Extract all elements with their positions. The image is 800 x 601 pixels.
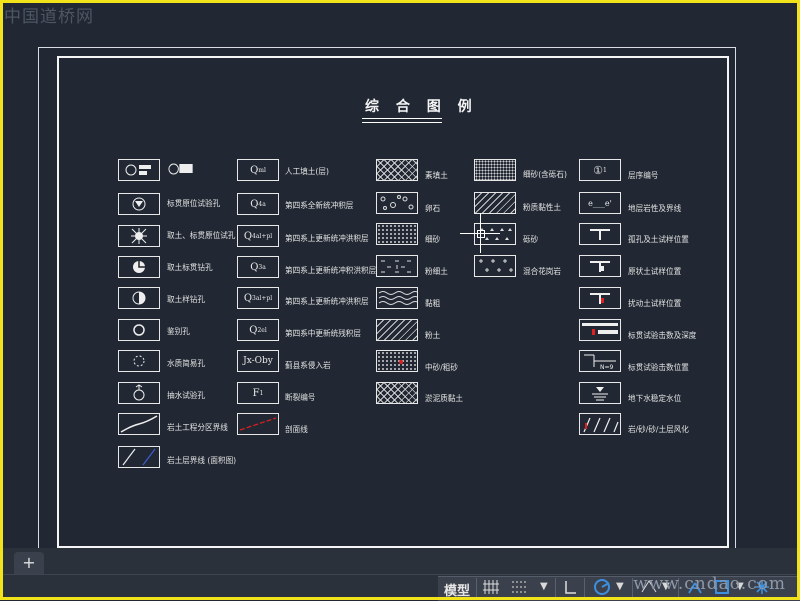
stratum-boundary-symbol xyxy=(118,446,160,468)
pebble-hatch xyxy=(376,192,418,214)
grid-display-icon[interactable] xyxy=(482,578,500,600)
stratum-line-symbol: e___e' xyxy=(579,192,621,214)
legend-label xyxy=(167,161,197,179)
sand-gravel-hatch xyxy=(474,159,516,181)
borehole-symbol-6 xyxy=(118,319,160,341)
legend-label: 第四系上更新统冲洪积层 xyxy=(285,297,369,306)
granite-hatch xyxy=(474,255,516,277)
layer-number-symbol: ①1 xyxy=(579,159,621,181)
legend-label: 断裂编号 xyxy=(285,393,316,402)
legend-label: 粉土 xyxy=(425,331,441,340)
legend-label: 地下水稳定水位 xyxy=(628,394,682,403)
legend-label: 淤泥质黏土 xyxy=(425,394,463,403)
legend-label: 取土标贯钻孔 xyxy=(167,263,213,272)
legend-label: 卵石 xyxy=(425,204,441,213)
legend-label: 标贯试验击数位置 xyxy=(628,363,689,372)
legend-label: 粉质黏性土 xyxy=(523,203,561,212)
legend-label: 第四系全新统冲积层 xyxy=(285,201,354,210)
polar-tracking-icon[interactable] xyxy=(592,578,612,600)
legend-label: 岩/砂/砂/土层风化 xyxy=(628,425,689,434)
sample-position-symbol-1 xyxy=(579,223,621,245)
legend-label: 素填土 xyxy=(425,171,448,180)
clay-hatch xyxy=(376,287,418,309)
legend-label: 取土、标贯原位试孔 xyxy=(167,231,236,240)
silt-soil-hatch xyxy=(376,319,418,341)
legend-label: 鉴别孔 xyxy=(167,327,190,336)
borehole-symbol-2 xyxy=(118,193,160,215)
stratum-code-symbol: Q4a xyxy=(237,193,279,215)
sample-position-symbol-3 xyxy=(579,287,621,309)
watermark-top-left: 中国道桥网 xyxy=(4,7,94,27)
snap-mode-icon[interactable] xyxy=(510,578,532,600)
stratum-code-symbol: Q 4 al+pl xyxy=(237,225,279,247)
legend-label: 中砂/粗砂 xyxy=(425,363,458,372)
spt-blows-symbol xyxy=(579,319,621,341)
legend-label: 扰动土试样位置 xyxy=(628,299,682,308)
groundwater-level-symbol xyxy=(579,382,621,404)
legend-label: 人工填土(层) xyxy=(285,167,329,176)
status-separator xyxy=(555,578,556,598)
fault-code-symbol: F1 xyxy=(237,382,279,404)
legend-label: 地层岩性及界线 xyxy=(628,204,682,213)
legend-label: 岩土工程分区界线 xyxy=(167,423,228,432)
legend-label: 混合花岗岩 xyxy=(523,267,561,276)
borehole-symbol-3 xyxy=(118,225,160,247)
ortho-mode-icon[interactable] xyxy=(563,578,579,600)
legend-label: 第四系上更新统冲积洪积层 xyxy=(285,266,377,275)
zone-boundary-symbol xyxy=(118,413,160,435)
legend-label: 黏粗 xyxy=(425,299,441,308)
legend-label: 抽水试验孔 xyxy=(167,391,205,400)
stratum-code-symbol: Q 3 al+pl xyxy=(237,287,279,309)
title-underline xyxy=(362,118,442,123)
spt-position-symbol: N=9 xyxy=(579,350,621,372)
drawing-canvas[interactable]: 综 合 图 例 标贯原位试验孔 取土、标贯原位试孔 取土标贯钻孔 取土样钻孔 鉴… xyxy=(0,0,800,600)
weathering-symbol xyxy=(579,413,621,435)
legend-label: 层序编号 xyxy=(628,171,659,180)
legend-label: 细砂 xyxy=(425,235,441,244)
borehole-symbol-4 xyxy=(118,256,160,278)
fill-soil-hatch xyxy=(376,159,418,181)
status-separator xyxy=(584,578,585,598)
polar-dropdown-chevron-icon[interactable]: ▼ xyxy=(616,581,624,592)
legend-label: 原状土试样位置 xyxy=(628,267,682,276)
legend-label: 细砂(含砾石) xyxy=(523,170,567,179)
mucky-clay-hatch xyxy=(376,382,418,404)
legend-label: 第四系中更新统残积层 xyxy=(285,329,361,338)
legend-label: 岩土层界线 (面积图) xyxy=(167,456,237,465)
model-space-button[interactable]: 模型 xyxy=(444,580,470,599)
legend-label: 第四系上更新统冲洪积层 xyxy=(285,234,369,243)
borehole-symbol-5 xyxy=(118,287,160,309)
borehole-symbol-1 xyxy=(118,159,160,181)
svg-text:N=9: N=9 xyxy=(600,364,614,371)
legend-label: 砾砂 xyxy=(523,235,539,244)
stratum-code-symbol: Q3a xyxy=(237,256,279,278)
stratum-code-symbol: Q 2 el xyxy=(237,319,279,341)
legend-label: 标贯试验击数及深度 xyxy=(628,331,697,340)
section-line-symbol xyxy=(237,413,279,435)
stratum-code-symbol: Qml xyxy=(237,159,279,181)
silty-clay-hatch xyxy=(474,192,516,214)
legend-label: 粉细土 xyxy=(425,267,448,276)
silt-hatch xyxy=(376,255,418,277)
watermark-bottom-right: www.cndao.com xyxy=(633,574,786,594)
borehole-symbol-8 xyxy=(118,382,160,404)
legend-label: 取土样钻孔 xyxy=(167,295,205,304)
legend-label: 标贯原位试验孔 xyxy=(167,199,221,208)
legend-label: 剖面线 xyxy=(285,425,308,434)
stratum-code-symbol: Jx-Oby xyxy=(237,350,279,372)
fine-sand-hatch xyxy=(376,223,418,245)
borehole-symbol-7 xyxy=(118,350,160,372)
status-separator xyxy=(476,578,477,598)
legend-title: 综 合 图 例 xyxy=(365,99,478,115)
add-layout-button[interactable]: + xyxy=(14,552,44,574)
legend-label: 蓟县系侵入岩 xyxy=(285,361,331,370)
medium-sand-hatch xyxy=(376,350,418,372)
snap-dropdown-chevron-icon[interactable]: ▼ xyxy=(540,581,548,592)
cursor-pickbox xyxy=(477,230,485,238)
legend-label: 水质简易孔 xyxy=(167,359,205,368)
sample-position-symbol-2 xyxy=(579,255,621,277)
legend-label: 孤孔及土试样位置 xyxy=(628,235,689,244)
